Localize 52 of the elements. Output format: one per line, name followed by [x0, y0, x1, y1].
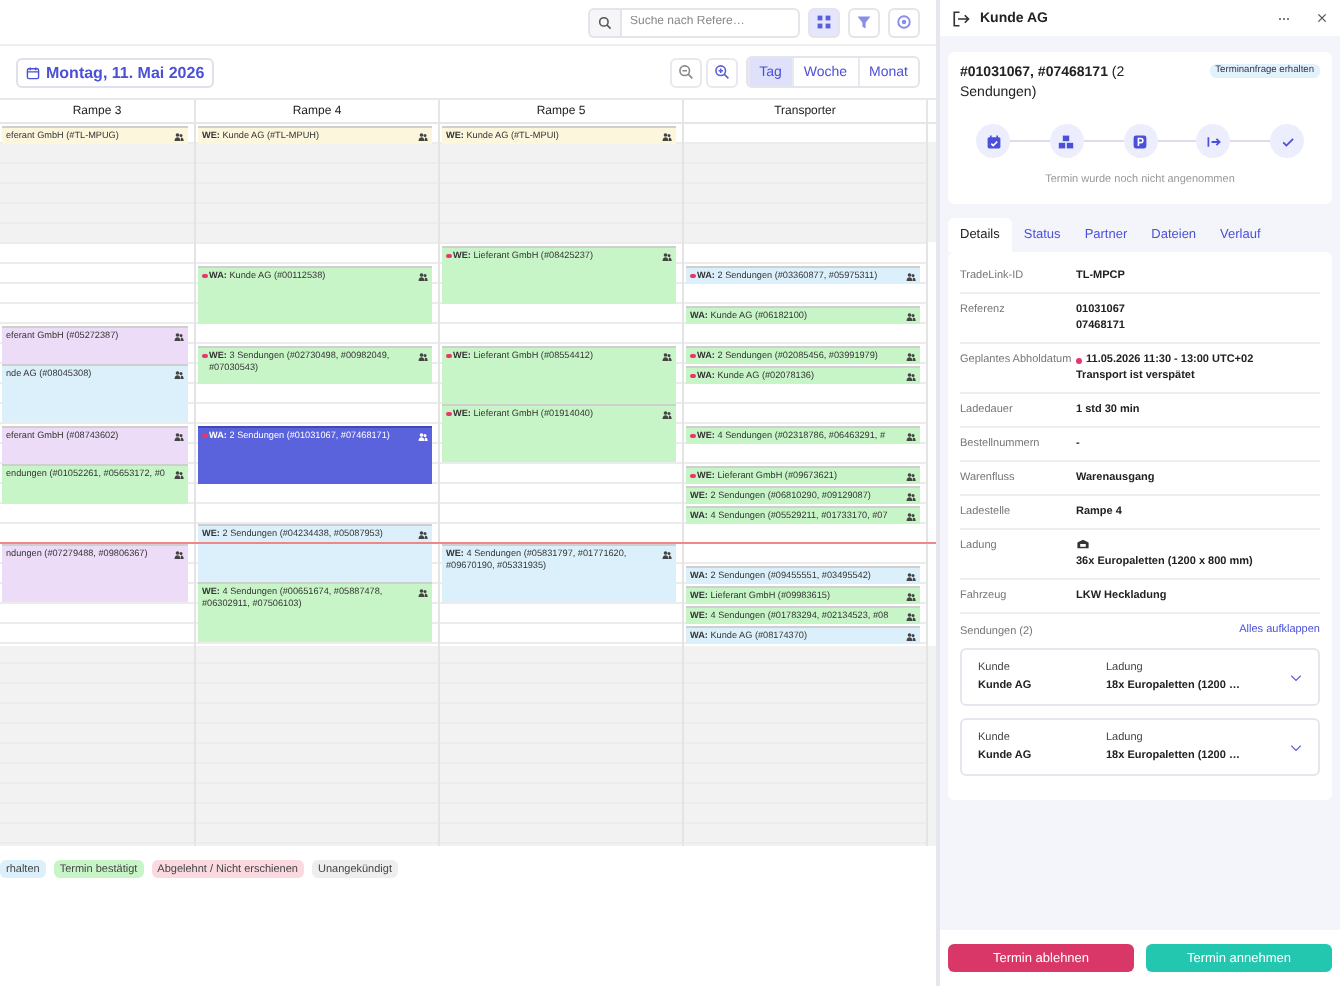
people-icon [662, 251, 672, 261]
target-icon [896, 14, 912, 30]
filter-button[interactable] [848, 7, 880, 37]
exit-icon[interactable] [952, 9, 970, 27]
people-icon [662, 409, 672, 419]
people-icon [418, 529, 428, 539]
people-icon [418, 351, 428, 361]
people-icon [906, 271, 916, 281]
boxes-icon [1058, 133, 1075, 149]
people-icon [906, 491, 916, 501]
people-icon [906, 471, 916, 481]
filter-icon [856, 14, 872, 30]
people-icon [174, 131, 184, 141]
people-icon [906, 431, 916, 441]
people-icon [662, 351, 672, 361]
chevron-down-icon[interactable] [1290, 743, 1302, 751]
people-icon [906, 631, 916, 641]
people-icon [174, 331, 184, 341]
calendar-icon [26, 65, 40, 79]
pallet-icon [1076, 538, 1090, 550]
settings-button[interactable] [888, 7, 920, 37]
people-icon [906, 311, 916, 321]
close-icon[interactable] [1316, 12, 1328, 24]
people-icon [906, 511, 916, 521]
people-icon [174, 549, 184, 559]
zoom-in-icon [713, 64, 730, 80]
people-icon [906, 351, 916, 361]
people-icon [906, 371, 916, 381]
date-picker-button[interactable]: Montag, 11. Mai 2026 [16, 57, 215, 87]
people-icon [174, 369, 184, 379]
people-icon [174, 469, 184, 479]
chevron-down-icon[interactable] [1290, 673, 1302, 681]
people-icon [662, 549, 672, 559]
check-icon [1279, 133, 1295, 149]
parking-icon [1132, 133, 1148, 149]
people-icon [174, 431, 184, 441]
people-icon [662, 131, 672, 141]
people-icon [418, 131, 428, 141]
zoom-out-icon [677, 64, 694, 80]
people-icon [906, 571, 916, 581]
people-icon [418, 431, 428, 441]
arrow-right-icon [1205, 133, 1222, 149]
people-icon [906, 591, 916, 601]
people-icon [418, 271, 428, 281]
people-icon [418, 587, 428, 597]
search-icon [588, 7, 620, 37]
people-icon [906, 611, 916, 621]
zoom-in-button[interactable] [705, 57, 738, 87]
calendar-icon [985, 133, 1001, 149]
grid-view-button[interactable] [808, 7, 840, 37]
zoom-out-button[interactable] [669, 57, 702, 87]
grid-icon [816, 14, 832, 30]
